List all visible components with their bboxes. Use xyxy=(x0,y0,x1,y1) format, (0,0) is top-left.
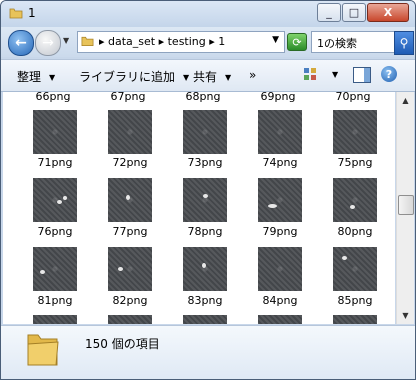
command-bar: 整理 ▼ ライブラリに追加 ▼ 共有 ▼ » ▼ ? xyxy=(1,59,415,92)
file-label[interactable]: 84png xyxy=(250,294,310,307)
image-thumbnail[interactable] xyxy=(333,178,377,222)
views-icon[interactable] xyxy=(303,67,317,81)
scrollbar-thumb[interactable] xyxy=(398,195,414,215)
file-label[interactable]: 79png xyxy=(250,225,310,238)
file-label[interactable]: 69png xyxy=(248,92,308,103)
preview-pane-icon[interactable] xyxy=(353,67,371,83)
image-spot xyxy=(350,205,355,209)
address-bar[interactable]: ▸ data_set ▸ testing ▸ 1 ▼ xyxy=(77,31,285,53)
image-spot xyxy=(40,270,45,274)
image-spot xyxy=(268,204,277,208)
image-spot xyxy=(63,196,67,200)
details-pane: 150 個の項目 xyxy=(1,325,415,379)
folder-icon xyxy=(9,8,23,19)
vertical-scrollbar[interactable]: ▲ ▼ xyxy=(396,92,414,324)
window-title: 1 xyxy=(28,6,36,20)
folder-icon xyxy=(27,334,59,366)
search-input[interactable]: 1の検索 xyxy=(311,31,395,53)
minimize-button[interactable]: _ xyxy=(317,3,341,22)
image-thumbnail[interactable] xyxy=(258,178,302,222)
image-thumbnail[interactable] xyxy=(183,315,227,324)
scroll-down-icon[interactable]: ▼ xyxy=(398,308,413,323)
search-icon[interactable]: ⚲ xyxy=(394,31,414,55)
file-list: 66png 67png 68png 69png 70png 71png 72pn… xyxy=(3,92,395,324)
file-label[interactable]: 73png xyxy=(175,156,235,169)
image-thumbnail[interactable] xyxy=(108,315,152,324)
image-spot xyxy=(342,256,347,260)
explorer-window: 1 _ □ X ← → ▼ ▸ data_set ▸ testing ▸ 1 ▼… xyxy=(0,0,416,380)
back-arrow-icon[interactable]: ← xyxy=(8,30,34,56)
file-label[interactable]: 83png xyxy=(175,294,235,307)
chevron-down-icon[interactable]: ▼ xyxy=(332,70,338,79)
image-thumbnail[interactable] xyxy=(33,315,77,324)
image-thumbnail[interactable] xyxy=(258,247,302,291)
image-thumbnail[interactable] xyxy=(33,247,77,291)
maximize-button[interactable]: □ xyxy=(342,3,366,22)
search-placeholder: 1の検索 xyxy=(317,37,357,50)
share-label: 共有 xyxy=(193,70,218,84)
image-thumbnail[interactable] xyxy=(183,178,227,222)
chevron-down-icon: ▼ xyxy=(225,73,232,82)
add-to-library-label: ライブラリに追加 xyxy=(79,70,176,84)
scroll-up-icon[interactable]: ▲ xyxy=(398,93,413,108)
file-label[interactable]: 77png xyxy=(100,225,160,238)
image-thumbnail[interactable] xyxy=(108,247,152,291)
image-thumbnail[interactable] xyxy=(33,178,77,222)
image-thumbnail[interactable] xyxy=(33,110,77,154)
share-menu[interactable]: 共有 ▼ xyxy=(193,68,231,85)
file-label[interactable]: 78png xyxy=(175,225,235,238)
close-button[interactable]: X xyxy=(367,3,409,22)
refresh-icon[interactable]: ⟳ xyxy=(287,33,307,51)
image-thumbnail[interactable] xyxy=(108,178,152,222)
organize-label: 整理 xyxy=(17,70,42,84)
chevron-down-icon: ▼ xyxy=(49,73,56,82)
file-label[interactable]: 80png xyxy=(325,225,385,238)
image-thumbnail[interactable] xyxy=(258,110,302,154)
file-label[interactable]: 72png xyxy=(100,156,160,169)
file-label[interactable]: 85png xyxy=(325,294,385,307)
file-label[interactable]: 74png xyxy=(250,156,310,169)
file-label[interactable]: 75png xyxy=(325,156,385,169)
file-label[interactable]: 82png xyxy=(100,294,160,307)
add-to-library-menu[interactable]: ライブラリに追加 ▼ xyxy=(79,68,189,85)
file-label[interactable]: 71png xyxy=(25,156,85,169)
image-spot xyxy=(126,195,130,200)
window-controls: _ □ X xyxy=(316,3,409,22)
image-thumbnail[interactable] xyxy=(183,247,227,291)
title-bar: 1 _ □ X xyxy=(1,1,415,27)
image-spot xyxy=(57,200,62,204)
folder-icon xyxy=(81,36,94,47)
image-spot xyxy=(203,194,208,198)
organize-menu[interactable]: 整理 ▼ xyxy=(17,68,55,85)
forward-arrow-icon[interactable]: → xyxy=(35,30,61,56)
file-label[interactable]: 70png xyxy=(323,92,383,103)
chevron-down-icon[interactable]: ▼ xyxy=(272,35,279,45)
file-label[interactable]: 81png xyxy=(25,294,85,307)
more-commands-button[interactable]: » xyxy=(249,68,256,82)
item-count: 150 個の項目 xyxy=(85,337,160,351)
image-thumbnail[interactable] xyxy=(108,110,152,154)
image-thumbnail[interactable] xyxy=(333,247,377,291)
file-label[interactable]: 68png xyxy=(173,92,233,103)
help-icon[interactable]: ? xyxy=(381,66,397,82)
image-spot xyxy=(202,263,206,268)
breadcrumb[interactable]: ▸ data_set ▸ testing ▸ 1 xyxy=(99,35,225,48)
file-label[interactable]: 66png xyxy=(23,92,83,103)
image-thumbnail[interactable] xyxy=(183,110,227,154)
image-thumbnail[interactable] xyxy=(258,315,302,324)
file-label[interactable]: 76png xyxy=(25,225,85,238)
history-dropdown-icon[interactable]: ▼ xyxy=(63,36,69,45)
chevron-down-icon: ▼ xyxy=(183,73,190,82)
image-thumbnail[interactable] xyxy=(333,110,377,154)
image-spot xyxy=(118,267,123,271)
file-label[interactable]: 67png xyxy=(98,92,158,103)
image-thumbnail[interactable] xyxy=(333,315,377,324)
address-row: ← → ▼ ▸ data_set ▸ testing ▸ 1 ▼ ⟳ 1の検索 … xyxy=(1,27,415,57)
